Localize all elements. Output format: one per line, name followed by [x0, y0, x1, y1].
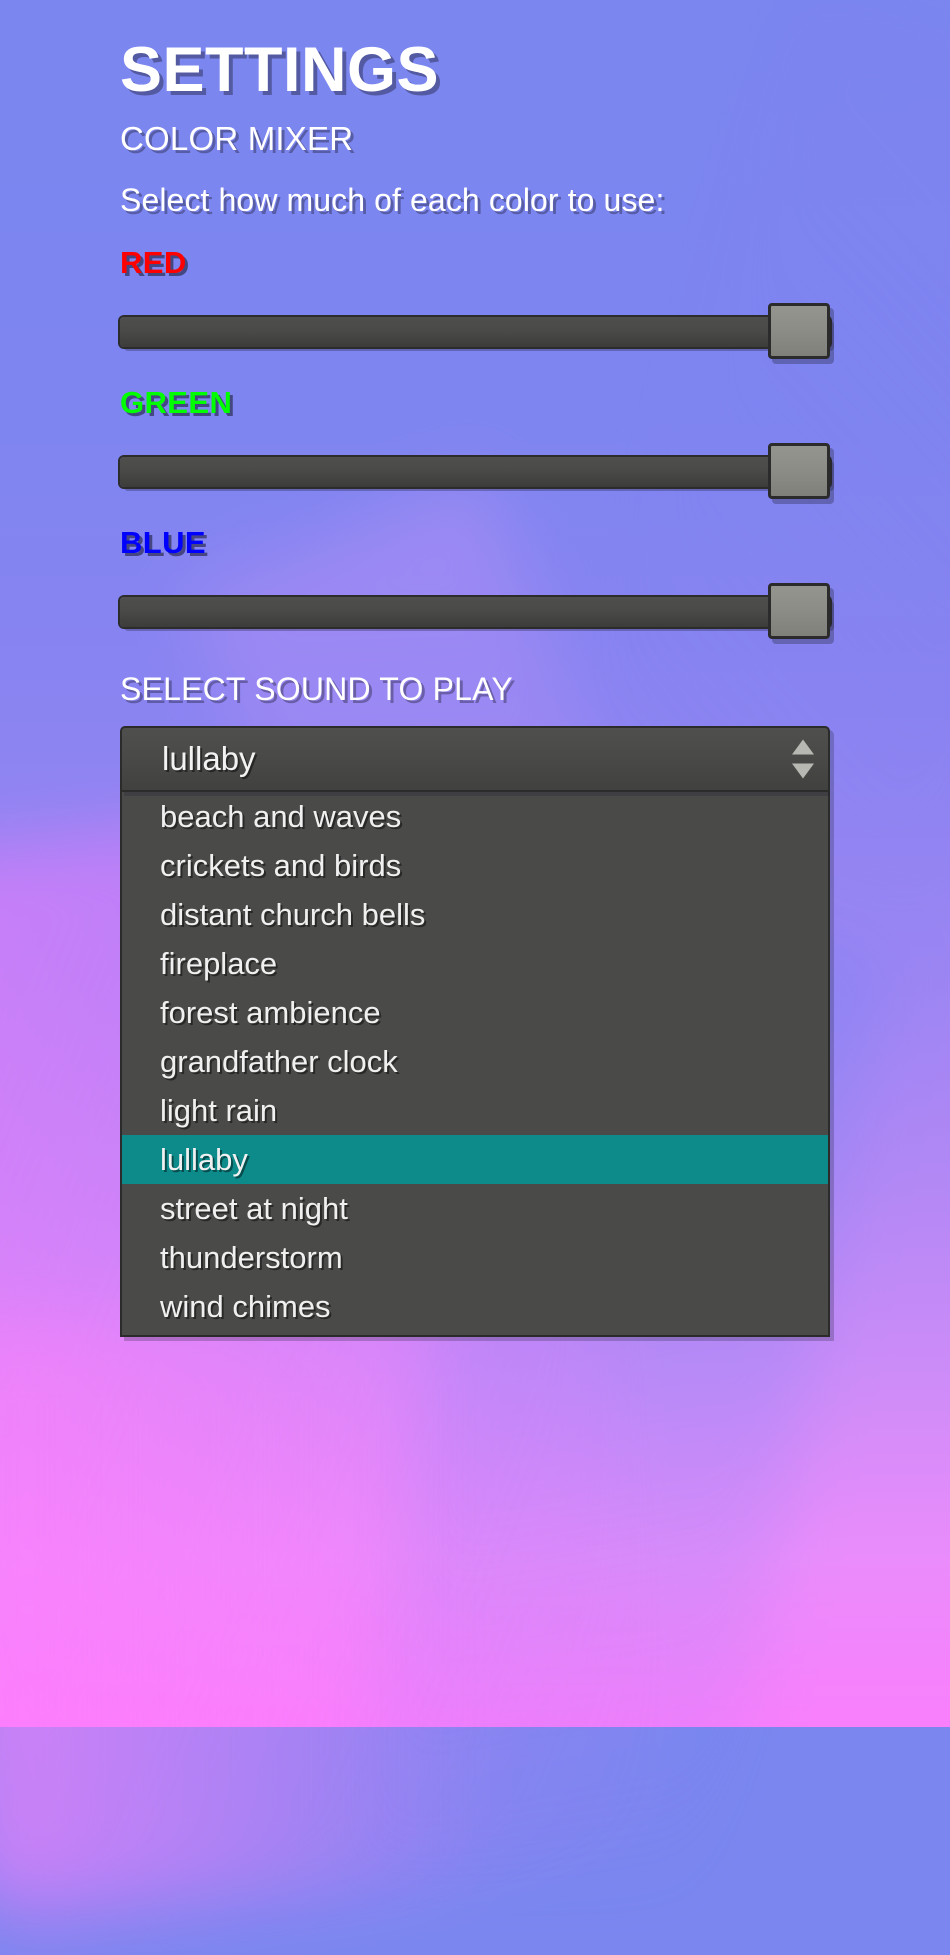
sound-dropdown-header[interactable]: lullaby: [120, 726, 830, 793]
slider-track-green[interactable]: [120, 457, 830, 488]
sound-option[interactable]: fireplace: [122, 939, 828, 988]
sound-option[interactable]: distant church bells: [122, 890, 828, 939]
slider-green[interactable]: [120, 443, 830, 500]
sound-dropdown-selected-value: lullaby: [162, 740, 256, 778]
page-title: SETTINGS: [120, 35, 440, 105]
slider-track-blue[interactable]: [120, 597, 830, 628]
settings-screen: SETTINGS COLOR MIXER Select how much of …: [0, 38, 950, 1727]
color-channel-green: GREEN: [120, 385, 830, 500]
sound-option[interactable]: wind chimes: [122, 1282, 828, 1331]
sound-option[interactable]: thunderstorm: [122, 1233, 828, 1282]
sound-option[interactable]: crickets and birds: [122, 841, 828, 890]
section-heading-color-mixer: COLOR MIXER: [120, 120, 354, 158]
slider-handle-red[interactable]: [768, 303, 830, 360]
sound-option[interactable]: grandfather clock: [122, 1037, 828, 1086]
slider-handle-green[interactable]: [768, 443, 830, 500]
slider-track-red[interactable]: [120, 317, 830, 348]
color-channel-red: RED: [120, 245, 830, 360]
sound-dropdown-list[interactable]: beach and waves crickets and birds distant…: [120, 792, 830, 1338]
caret-up-icon[interactable]: [792, 739, 814, 755]
sound-option[interactable]: forest ambience: [122, 988, 828, 1037]
sound-dropdown-spinner[interactable]: [792, 739, 814, 779]
color-channel-label-red: RED: [120, 245, 187, 281]
section-heading-sound: SELECT SOUND TO PLAY: [120, 671, 513, 708]
slider-red[interactable]: [120, 303, 830, 360]
sound-option[interactable]: light rain: [122, 1086, 828, 1135]
color-channel-label-blue: BLUE: [120, 525, 206, 561]
sound-dropdown[interactable]: lullaby beach and waves crickets and bird…: [120, 726, 830, 1338]
color-channel-label-green: GREEN: [120, 385, 233, 421]
sound-option[interactable]: beach and waves: [122, 792, 828, 841]
sound-option[interactable]: lullaby: [122, 1135, 828, 1185]
slider-handle-blue[interactable]: [768, 583, 830, 640]
slider-blue[interactable]: [120, 583, 830, 640]
color-mixer-instruction: Select how much of each color to use:: [120, 182, 665, 219]
sound-option[interactable]: street at night: [122, 1184, 828, 1233]
caret-down-icon[interactable]: [792, 763, 814, 779]
color-channel-blue: BLUE: [120, 525, 830, 640]
